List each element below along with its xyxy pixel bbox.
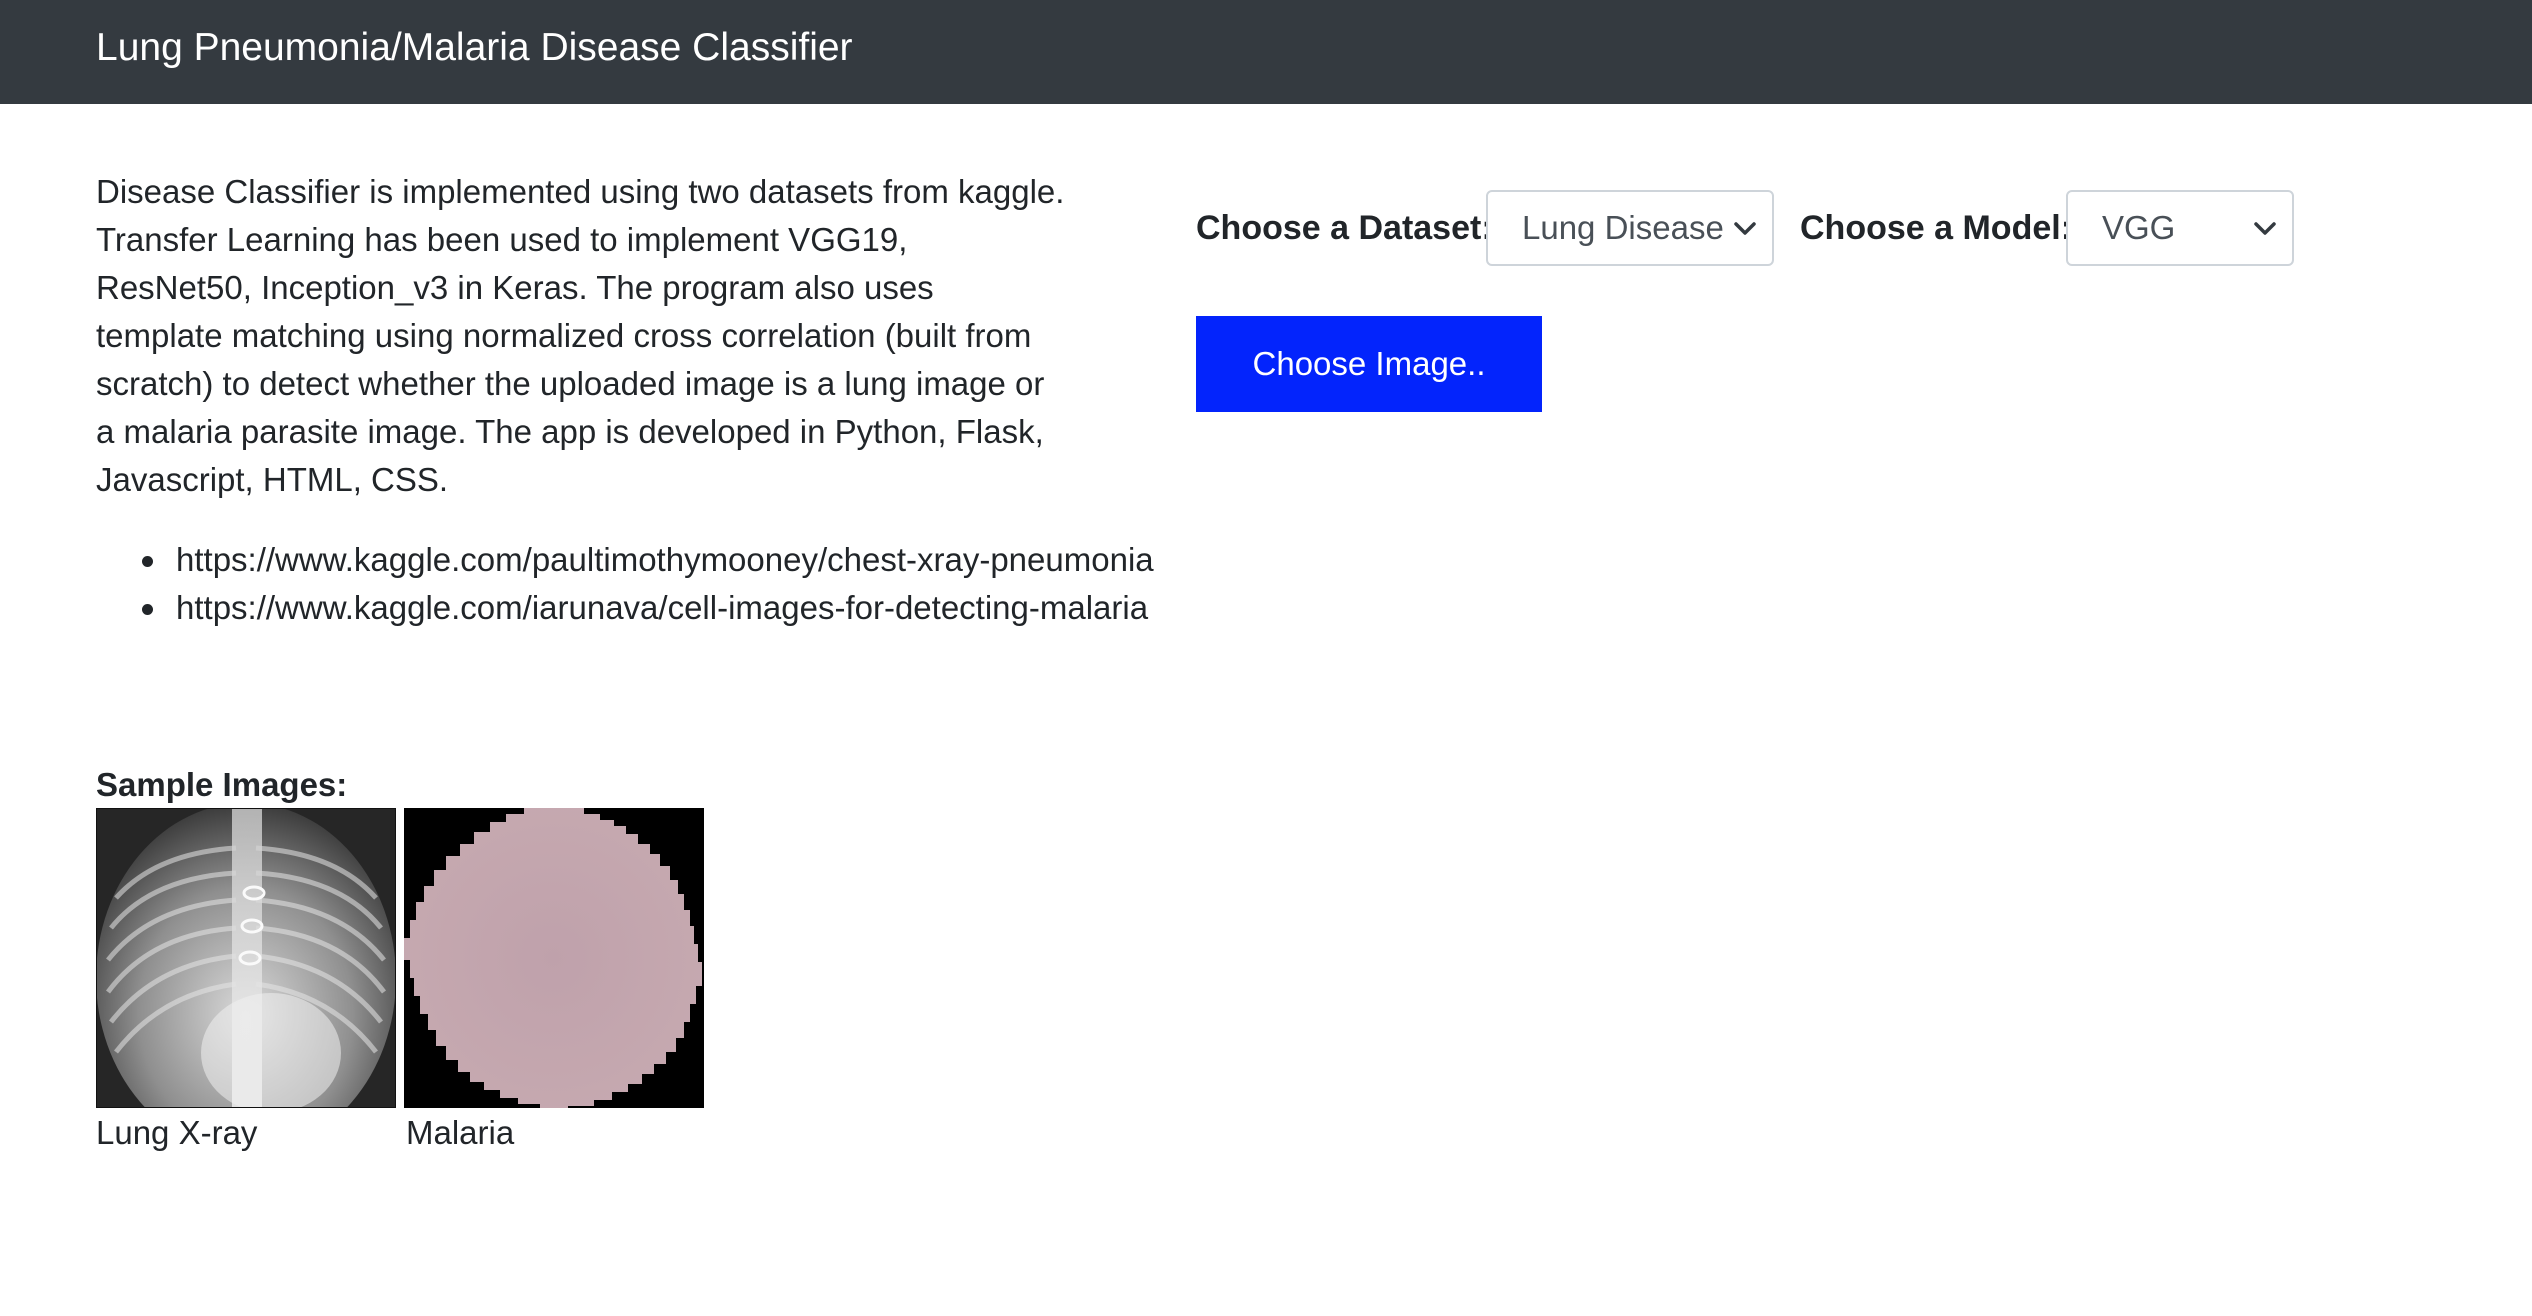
- sample-images-heading: Sample Images:: [96, 766, 348, 803]
- malaria-caption: Malaria: [406, 1114, 515, 1151]
- malaria-cell-sample-image: [404, 808, 704, 1108]
- dataset-select-label: Choose a Dataset:: [1196, 209, 1493, 247]
- chevron-down-icon: [1734, 222, 1756, 235]
- dataset-link-pneumonia[interactable]: https://www.kaggle.com/paultimothymooney…: [142, 536, 1176, 584]
- dataset-link-malaria[interactable]: https://www.kaggle.com/iarunava/cell-ima…: [142, 584, 1176, 632]
- dataset-select-value: Lung Disease: [1522, 209, 1724, 246]
- dataset-links-list: https://www.kaggle.com/paultimothymooney…: [96, 536, 1176, 632]
- chevron-down-icon: [2254, 222, 2276, 235]
- lung-xray-caption: Lung X-ray: [96, 1114, 258, 1151]
- navbar-brand[interactable]: Lung Pneumonia/Malaria Disease Classifie…: [96, 24, 853, 72]
- navbar: Lung Pneumonia/Malaria Disease Classifie…: [0, 0, 2532, 104]
- model-select-label: Choose a Model:: [1800, 209, 2073, 247]
- model-select-value: VGG: [2102, 209, 2176, 246]
- dataset-select[interactable]: Lung Disease: [1486, 190, 1774, 266]
- description-text: Disease Classifier is implemented using …: [96, 173, 1065, 498]
- lung-xray-sample-image: [96, 808, 396, 1108]
- model-select[interactable]: VGG: [2066, 190, 2294, 266]
- choose-image-button[interactable]: Choose Image..: [1196, 316, 1542, 412]
